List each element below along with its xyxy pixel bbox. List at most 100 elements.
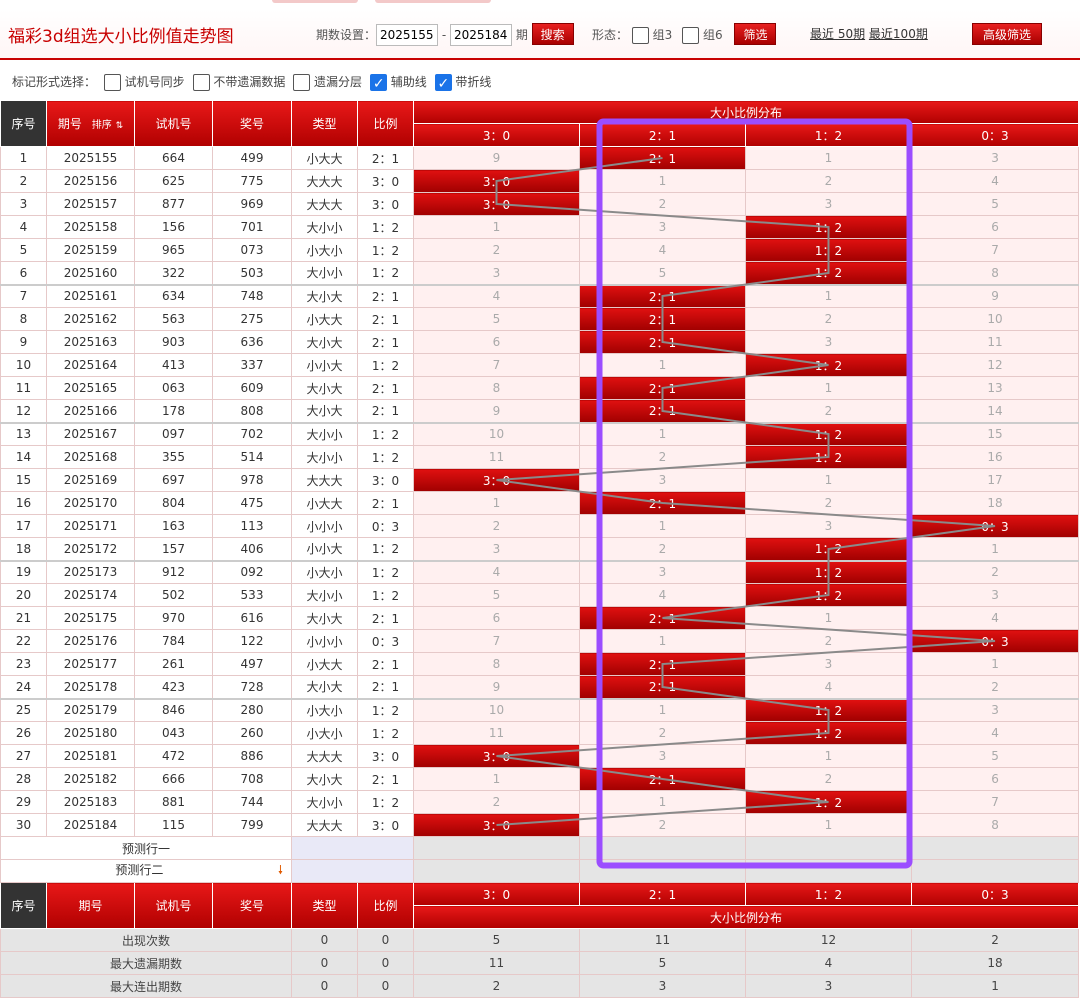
dist-miss-cell: 1 [745, 146, 912, 170]
layer-checkbox[interactable] [293, 74, 311, 91]
nomiss-checkbox[interactable] [192, 74, 210, 91]
row-draw: 260 [212, 721, 292, 745]
row-seq: 16 [0, 491, 47, 515]
row-issue: 2025181 [46, 744, 135, 768]
dist-miss-cell: 11 [910, 330, 1080, 354]
row-ratio: 1：2 [357, 215, 414, 239]
dist-miss-cell: 9 [413, 146, 580, 170]
row-issue: 2025167 [46, 421, 135, 446]
predict-cell[interactable] [579, 859, 746, 883]
predict-cell[interactable] [745, 836, 912, 860]
search-button[interactable]: 搜索 [531, 23, 574, 45]
advanced-filter-button[interactable]: 高级筛选 [972, 23, 1043, 45]
predict-cell[interactable] [910, 859, 1080, 883]
table-row: 15 2025169 697 978 大大大 3：0 3：0 3 1 17 [0, 468, 1080, 492]
row-ratio: 1：2 [357, 559, 414, 584]
row-ratio: 2：1 [357, 307, 414, 331]
predict-cell[interactable] [413, 859, 580, 883]
row-type: 大大大 [291, 468, 358, 492]
row-type: 小小大 [291, 353, 358, 377]
dist-miss-cell: 5 [413, 583, 580, 607]
predict-row-1-label: 预测行一 [0, 836, 292, 860]
row-ratio: 2：1 [357, 767, 414, 791]
stats-ratio: 0 [357, 974, 414, 998]
dist-miss-cell: 4 [910, 169, 1080, 193]
dist-miss-cell: 15 [910, 421, 1080, 446]
recent-100-link[interactable]: 最近100期 [869, 27, 928, 41]
row-type: 大小大 [291, 767, 358, 791]
row-type: 小大小 [291, 559, 358, 584]
dist-miss-cell: 4 [413, 559, 580, 584]
dist-miss-cell: 2 [413, 790, 580, 814]
polyline-checkbox[interactable] [434, 72, 452, 96]
recent-50-link[interactable]: 最近 50期 [810, 27, 865, 41]
row-seq: 27 [0, 744, 47, 768]
stats-value: 3 [579, 974, 746, 998]
dist-miss-cell: 13 [910, 376, 1080, 400]
dist-miss-cell: 3 [910, 583, 1080, 607]
group3-checkbox[interactable] [631, 27, 649, 44]
row-seq: 14 [0, 445, 47, 469]
group6-checkbox[interactable] [682, 27, 700, 44]
dist-col-12: 1：2 [745, 123, 912, 147]
row-trial: 784 [134, 629, 213, 653]
footer-draw-header: 奖号 [212, 882, 292, 929]
arrow-down-icon[interactable]: 🠗 [278, 861, 283, 882]
dist-hit-cell: 0：3 [910, 629, 1080, 653]
col-issue-header[interactable]: 期号 排序 ⇅ [46, 100, 135, 147]
stats-value: 1 [910, 974, 1080, 998]
row-ratio: 2：1 [357, 283, 414, 308]
footer-type-header: 类型 [291, 882, 358, 929]
predict-cell[interactable] [579, 836, 746, 860]
dist-hit-cell: 2：1 [579, 376, 746, 400]
dist-miss-cell: 16 [910, 445, 1080, 469]
row-draw: 073 [212, 238, 292, 262]
row-seq: 8 [0, 307, 47, 331]
row-issue: 2025164 [46, 353, 135, 377]
form-controls: 形态： 组3 组6 筛选 [592, 23, 777, 45]
dist-miss-cell: 1 [745, 283, 912, 308]
row-type: 小大小 [291, 238, 358, 262]
dist-hit-cell: 3：0 [413, 744, 580, 768]
period-to-input[interactable] [449, 24, 512, 46]
row-draw: 775 [212, 169, 292, 193]
dist-miss-cell: 4 [910, 721, 1080, 745]
dist-miss-cell: 2 [579, 721, 746, 745]
sync-checkbox[interactable] [103, 74, 121, 91]
footer-dist-col-03: 0：3 [910, 882, 1080, 906]
dist-miss-cell: 1 [579, 629, 746, 653]
table-row: 26 2025180 043 260 小大小 1：2 11 2 1：2 4 [0, 721, 1080, 745]
row-type: 小大大 [291, 652, 358, 676]
stats-value: 3 [745, 974, 912, 998]
dist-hit-cell: 2：1 [579, 767, 746, 791]
filter-button[interactable]: 筛选 [734, 23, 777, 45]
dist-miss-cell: 2 [579, 537, 746, 561]
row-ratio: 1：2 [357, 583, 414, 607]
aux-line-checkbox[interactable] [369, 72, 387, 96]
row-type: 大小小 [291, 421, 358, 446]
dist-miss-cell: 5 [579, 261, 746, 285]
period-from-input[interactable] [376, 24, 439, 46]
dist-miss-cell: 3 [579, 559, 746, 584]
predict-cell[interactable] [910, 836, 1080, 860]
trend-table: 序号 期号 排序 ⇅ 试机号 奖号 类型 比例 大小比例分布 3：0 2：1 1… [0, 100, 1080, 998]
sort-arrows-icon[interactable]: ⇅ [116, 121, 124, 131]
stats-value: 12 [745, 928, 912, 952]
recent-links: 最近 50期 最近100期 [810, 23, 928, 45]
row-seq: 2 [0, 169, 47, 193]
dist-miss-cell: 2 [910, 559, 1080, 584]
predict-row-1-input[interactable] [291, 836, 414, 860]
nav-tab-stub[interactable] [272, 0, 358, 3]
dist-hit-cell: 1：2 [745, 353, 912, 377]
row-issue: 2025175 [46, 606, 135, 630]
dist-miss-cell: 2 [745, 307, 912, 331]
aux-line-label: 辅助线 [390, 75, 427, 89]
predict-row-2-label: 预测行二 🠗 [0, 859, 292, 883]
footer-issue-header: 期号 [46, 882, 135, 929]
predict-cell[interactable] [745, 859, 912, 883]
predict-cell[interactable] [413, 836, 580, 860]
dist-miss-cell: 4 [745, 675, 912, 699]
predict-row-2-input[interactable] [291, 859, 414, 883]
sort-label[interactable]: 排序 [92, 120, 112, 131]
nav-tab-stub[interactable] [375, 0, 491, 3]
